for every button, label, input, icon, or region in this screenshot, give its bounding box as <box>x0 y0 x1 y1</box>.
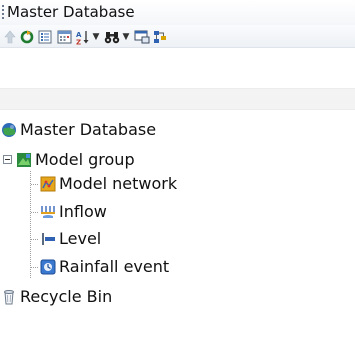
tree-connector-line <box>31 267 39 268</box>
tree-node-inflow[interactable]: Inflow <box>39 202 107 222</box>
window-icon[interactable] <box>134 29 150 45</box>
calendar-icon[interactable] <box>56 29 72 45</box>
tree-node-label: Master Database <box>20 120 157 139</box>
find-binoculars-icon[interactable] <box>104 29 120 45</box>
tree-node-label: Model group <box>35 150 135 169</box>
rainfall-event-icon <box>39 258 57 276</box>
refresh-icon[interactable] <box>20 29 34 45</box>
tree-connector-line <box>30 171 31 278</box>
tree-node-model-group[interactable]: Model group <box>15 150 135 170</box>
tree-node-master-database[interactable]: Master Database <box>0 120 156 140</box>
tree-node-label: Rainfall event <box>59 257 170 276</box>
model-group-icon <box>15 151 33 169</box>
sort-icon[interactable]: AZ <box>76 29 90 45</box>
collapse-toggle-icon[interactable] <box>3 155 12 164</box>
up-arrow-icon[interactable] <box>3 29 17 45</box>
panel-title-bar: Master Database <box>0 0 355 25</box>
tree-node-recycle-bin[interactable]: Recycle Bin <box>0 287 112 307</box>
recycle-bin-icon <box>0 288 18 306</box>
tree-node-model-network[interactable]: Model network <box>39 174 177 194</box>
tree-connector-line <box>31 212 39 213</box>
network-icon[interactable] <box>153 29 167 45</box>
panel-title: Master Database <box>7 3 135 21</box>
properties-icon[interactable] <box>38 29 52 45</box>
toolbar: AZ ▼ ▼ <box>0 25 355 48</box>
tree-node-label: Recycle Bin <box>20 287 113 306</box>
tree-connector-line <box>31 239 39 240</box>
tree-node-rainfall-event[interactable]: Rainfall event <box>39 257 169 277</box>
filter-row <box>0 88 355 110</box>
drag-grip[interactable] <box>2 5 4 19</box>
model-network-icon <box>39 175 57 193</box>
find-dropdown-arrow-icon[interactable]: ▼ <box>122 29 130 45</box>
tree-connector-line <box>31 184 39 185</box>
svg-text:Z: Z <box>76 38 81 45</box>
sort-dropdown-arrow-icon[interactable]: ▼ <box>92 29 100 45</box>
tree-node-level[interactable]: Level <box>39 229 101 249</box>
inflow-icon <box>39 203 57 221</box>
database-icon <box>0 121 18 139</box>
tree-node-label: Model network <box>59 174 178 193</box>
level-icon <box>39 230 57 248</box>
tree-node-label: Inflow <box>59 202 107 221</box>
tree-node-label: Level <box>59 229 102 248</box>
